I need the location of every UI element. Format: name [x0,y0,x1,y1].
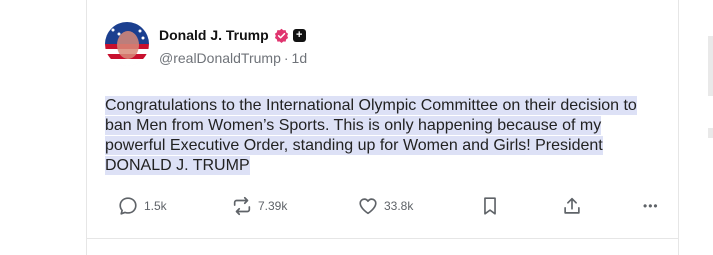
next-post-edge [86,239,679,255]
bookmark-icon [484,197,496,215]
post-card[interactable]: Donald J. Trump + @realDonaldTrump · 1d Co… [86,0,679,239]
avatar[interactable] [105,22,149,66]
bookmark-button[interactable] [479,194,501,218]
reply-button[interactable]: 1.5k [117,194,167,218]
repost-button[interactable]: 7.39k [231,194,287,218]
like-icon [359,198,377,215]
post-text: Congratulations to the International Oly… [105,96,665,176]
meta-separator: · [283,50,289,66]
share-button[interactable] [561,194,583,218]
reply-count: 1.5k [144,199,167,213]
author-name[interactable]: Donald J. Trump [159,27,269,43]
plus-icon: + [292,28,306,42]
repost-count: 7.39k [258,199,288,213]
more-icon: ••• [643,199,659,213]
like-count: 33.8k [384,199,414,213]
post-time[interactable]: 1d [292,50,308,66]
avatar-image [105,22,149,66]
post-text-selection: Congratulations to the International Oly… [105,96,637,175]
verified-badge-icon [274,28,288,43]
more-button[interactable]: ••• [643,194,659,218]
post-header: Donald J. Trump + @realDonaldTrump · 1d [159,26,307,66]
repost-icon [233,196,251,216]
like-button[interactable]: 33.8k [357,194,413,218]
share-icon [564,197,580,214]
post-actions: 1.5k 7.39k 33.8k ••• [117,194,659,218]
side-panel-edge-2 [708,128,713,138]
side-panel-edge [708,36,713,96]
author-handle[interactable]: @realDonaldTrump [159,50,281,66]
reply-icon [119,197,137,215]
